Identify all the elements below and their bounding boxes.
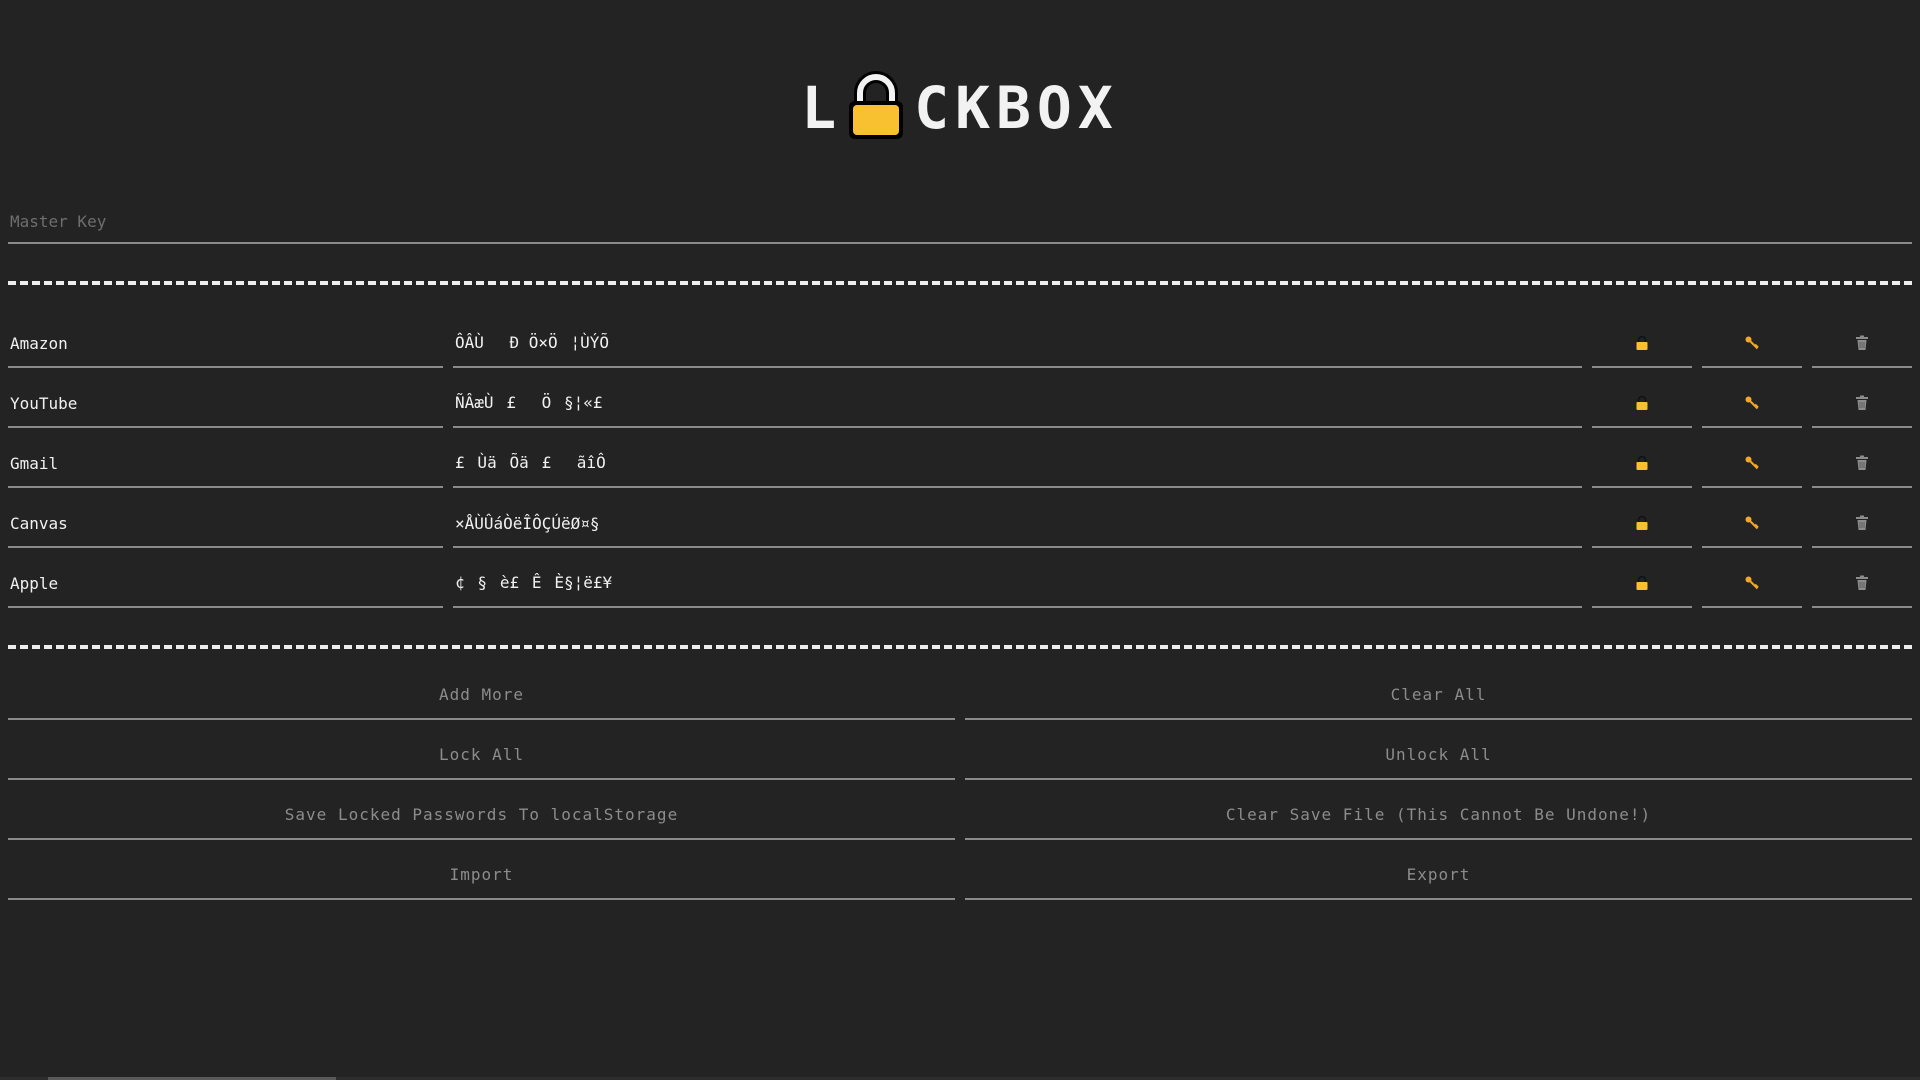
key-entry-button[interactable] bbox=[1702, 500, 1802, 548]
key-entry-button[interactable] bbox=[1702, 380, 1802, 428]
trash-icon bbox=[1856, 575, 1868, 590]
import-button[interactable]: Import bbox=[8, 850, 955, 900]
delete-entry-button[interactable] bbox=[1812, 440, 1912, 488]
entry-password[interactable]: ÑÂæÙ£Ö§¦«£ bbox=[453, 380, 1582, 428]
key-entry-button[interactable] bbox=[1702, 320, 1802, 368]
lock-icon bbox=[1636, 455, 1648, 470]
clear-save-file-button[interactable]: Clear Save File (This Cannot Be Undone!) bbox=[965, 790, 1912, 840]
entry-password[interactable]: ×ÅÙÛáÒëÎÔÇÚëØ¤§ bbox=[453, 500, 1582, 548]
padlock-logo-icon bbox=[846, 71, 906, 145]
lock-all-button[interactable]: Lock All bbox=[8, 730, 955, 780]
entry-name[interactable]: Canvas bbox=[8, 500, 443, 548]
lock-icon bbox=[1636, 395, 1648, 410]
entry-name[interactable]: Amazon bbox=[8, 320, 443, 368]
entry-row: Canvas ×ÅÙÛáÒëÎÔÇÚëØ¤§ bbox=[8, 500, 1912, 560]
entry-password[interactable]: ÔÂÙÐ Ö×Ö¦ÙÝÕ bbox=[453, 320, 1582, 368]
password-entries: Amazon ÔÂÙÐ Ö×Ö¦ÙÝÕ YouTube ÑÂæÙ£Ö… bbox=[8, 320, 1912, 620]
trash-icon bbox=[1856, 455, 1868, 470]
master-key-field[interactable] bbox=[8, 200, 1916, 244]
export-button[interactable]: Export bbox=[965, 850, 1912, 900]
key-entry-button[interactable] bbox=[1702, 440, 1802, 488]
delete-entry-button[interactable] bbox=[1812, 380, 1912, 428]
lock-icon bbox=[1636, 335, 1648, 350]
lock-entry-button[interactable] bbox=[1592, 440, 1692, 488]
add-more-button[interactable]: Add More bbox=[8, 670, 955, 720]
master-key-input[interactable] bbox=[8, 200, 1916, 242]
logo-letter-l: L bbox=[801, 74, 843, 142]
key-icon bbox=[1745, 336, 1759, 350]
entry-row: Amazon ÔÂÙÐ Ö×Ö¦ÙÝÕ bbox=[8, 320, 1912, 380]
lock-icon bbox=[1636, 575, 1648, 590]
entry-row: YouTube ÑÂæÙ£Ö§¦«£ bbox=[8, 380, 1912, 440]
entry-password[interactable]: ¢§è£ÊÈ§¦ë£¥ bbox=[453, 560, 1582, 608]
lock-entry-button[interactable] bbox=[1592, 560, 1692, 608]
key-icon bbox=[1745, 576, 1759, 590]
entry-name[interactable]: Apple bbox=[8, 560, 443, 608]
save-local-storage-button[interactable]: Save Locked Passwords To localStorage bbox=[8, 790, 955, 840]
key-icon bbox=[1745, 456, 1759, 470]
lockbox-logo: L CKBOX bbox=[0, 64, 1920, 152]
entry-name[interactable]: Gmail bbox=[8, 440, 443, 488]
trash-icon bbox=[1856, 335, 1868, 350]
delete-entry-button[interactable] bbox=[1812, 560, 1912, 608]
top-dashed-divider bbox=[8, 281, 1912, 285]
key-icon bbox=[1745, 396, 1759, 410]
lock-entry-button[interactable] bbox=[1592, 500, 1692, 548]
logo-letters-ckbox: CKBOX bbox=[914, 74, 1119, 142]
lock-icon bbox=[1636, 515, 1648, 530]
entry-password[interactable]: £ÙäÕä£ãîÔ bbox=[453, 440, 1582, 488]
lock-entry-button[interactable] bbox=[1592, 320, 1692, 368]
entry-row: Apple ¢§è£ÊÈ§¦ë£¥ bbox=[8, 560, 1912, 620]
bottom-dashed-divider bbox=[8, 645, 1912, 649]
key-entry-button[interactable] bbox=[1702, 560, 1802, 608]
entry-row: Gmail £ÙäÕä£ãîÔ bbox=[8, 440, 1912, 500]
delete-entry-button[interactable] bbox=[1812, 320, 1912, 368]
lockbox-page: L CKBOX Amazon ÔÂÙÐ Ö×Ö¦ÙÝÕ bbox=[0, 0, 1920, 1080]
delete-entry-button[interactable] bbox=[1812, 500, 1912, 548]
key-icon bbox=[1745, 516, 1759, 530]
lock-entry-button[interactable] bbox=[1592, 380, 1692, 428]
entry-name[interactable]: YouTube bbox=[8, 380, 443, 428]
clear-all-button[interactable]: Clear All bbox=[965, 670, 1912, 720]
trash-icon bbox=[1856, 395, 1868, 410]
unlock-all-button[interactable]: Unlock All bbox=[965, 730, 1912, 780]
trash-icon bbox=[1856, 515, 1868, 530]
